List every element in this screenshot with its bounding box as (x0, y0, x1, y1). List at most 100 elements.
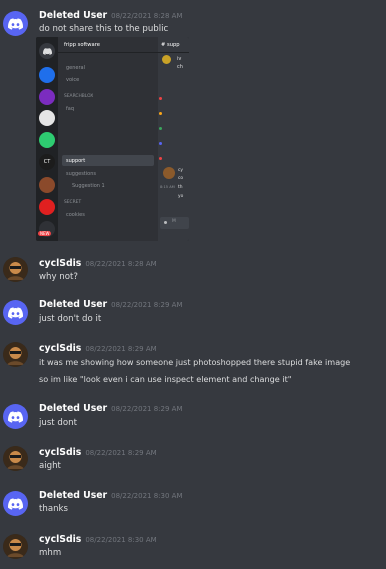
channel-label: general (66, 65, 86, 71)
username[interactable]: cyclSdis 08/22/2021 8:28 AM (39, 258, 157, 269)
discord-logo-icon (8, 17, 23, 30)
message-text: do not share this to the public (39, 24, 169, 34)
message-text: thanks (39, 504, 68, 514)
avatar (162, 55, 171, 64)
server-icon-ct: CT (39, 154, 55, 170)
username[interactable]: Deleted User 08/22/2021 8:29 AM (39, 403, 182, 414)
avatar[interactable] (3, 11, 28, 36)
message-text: just don't do it (39, 314, 102, 324)
server-rail: CT NEW (36, 37, 58, 241)
user-avatar-icon (3, 257, 28, 282)
server-icon (39, 199, 55, 215)
channel-faq: faq (66, 106, 74, 112)
message-text: aight (39, 461, 61, 471)
username[interactable]: Deleted User 08/22/2021 8:29 AM (39, 299, 182, 310)
chat-fragment: th (178, 185, 183, 190)
channel-general: general (66, 65, 85, 71)
username-text[interactable]: cyclSdis (39, 534, 81, 545)
discord-home-icon (39, 43, 55, 59)
username-text[interactable]: Deleted User (39, 403, 107, 414)
user-avatar-icon (3, 342, 28, 367)
username[interactable]: cyclSdis 08/22/2021 8:29 AM (39, 447, 157, 458)
server-icon (39, 110, 55, 126)
server-label: CT (43, 159, 51, 165)
category-label: SEARCHBLOX (64, 94, 94, 99)
avatar[interactable] (3, 342, 28, 367)
user-avatar-icon (3, 446, 28, 471)
timestamp: 08/22/2021 8:30 AM (85, 536, 157, 544)
channel-label: voice (66, 77, 80, 83)
channel-label: faq (66, 106, 74, 112)
reaction-icon (159, 112, 162, 115)
timestamp: 08/22/2021 8:29 AM (85, 345, 157, 353)
discord-logo-icon (8, 306, 23, 319)
avatar[interactable] (3, 491, 28, 516)
username-text[interactable]: cyclSdis (39, 343, 81, 354)
discord-logo-icon (8, 497, 23, 510)
divider (58, 52, 158, 53)
message-text: why not? (39, 272, 78, 282)
server-icon (39, 89, 55, 105)
server-icon (39, 132, 55, 148)
chat-fragment: ch (177, 64, 183, 70)
category-label: SECRET (64, 200, 82, 205)
channel-cookies: cookies (66, 212, 85, 218)
timestamp: 08/22/2021 8:29 AM (111, 301, 183, 309)
discord-logo-icon (8, 410, 23, 423)
channel-suggestions: suggestions (66, 171, 96, 177)
chat-fragment: co (178, 176, 184, 181)
avatar[interactable] (3, 300, 28, 325)
timestamp: 08/22/2021 8:28 AM (111, 12, 183, 20)
username[interactable]: Deleted User 08/22/2021 8:28 AM (39, 10, 182, 21)
chat-fragment: cy (178, 168, 184, 173)
reaction-icon (159, 97, 162, 100)
new-badge-label: NEW (40, 231, 50, 236)
channel-label: Suggestion 1 (72, 183, 105, 189)
message-text: it was me showing how someone just photo… (39, 357, 351, 367)
username-text[interactable]: Deleted User (39, 299, 107, 310)
add-icon (164, 221, 167, 224)
server-name: fripp software (64, 42, 100, 48)
channel-label: support (66, 158, 86, 164)
chat-timestamp: 8:15 AM (160, 185, 175, 189)
reaction-icon (159, 127, 162, 130)
username-text[interactable]: Deleted User (39, 10, 107, 21)
timestamp: 08/22/2021 8:30 AM (111, 492, 183, 500)
message-input: M (160, 217, 189, 229)
message-text-line2: so im like "look even i can use inspect … (39, 374, 292, 384)
channel-label: suggestions (66, 171, 96, 177)
username[interactable]: cyclSdis 08/22/2021 8:29 AM (39, 343, 157, 354)
divider (158, 52, 189, 53)
username-text[interactable]: Deleted User (39, 490, 107, 501)
channel-support: support (66, 158, 85, 164)
username[interactable]: Deleted User 08/22/2021 8:30 AM (39, 490, 182, 501)
avatar[interactable] (3, 534, 28, 559)
chat-area: # supp iv ch cy co 8:15 AM th yo M (158, 37, 189, 241)
timestamp: 08/22/2021 8:29 AM (85, 449, 157, 457)
chat-fragment: yo (178, 194, 184, 199)
message-text: just dont (39, 418, 77, 428)
reaction-icon (159, 157, 162, 160)
channel-label: cookies (66, 212, 85, 218)
new-badge: NEW (38, 231, 52, 236)
avatar[interactable] (3, 257, 28, 282)
timestamp: 08/22/2021 8:28 AM (85, 260, 157, 268)
input-placeholder: M (172, 219, 176, 224)
attached-image[interactable]: CT NEW fripp software general voice SEAR… (36, 37, 189, 241)
user-avatar-icon (3, 534, 28, 559)
channel-voice: voice (66, 77, 79, 83)
server-icon (39, 67, 55, 83)
chat-fragment: iv (177, 56, 182, 62)
avatar[interactable] (3, 446, 28, 471)
message-text: mhm (39, 548, 62, 558)
thread-suggestion-1: Suggestion 1 (72, 183, 105, 189)
username-text[interactable]: cyclSdis (39, 447, 81, 458)
username[interactable]: cyclSdis 08/22/2021 8:30 AM (39, 534, 157, 545)
avatar[interactable] (3, 404, 28, 429)
channel-header: # supp (161, 42, 180, 48)
avatar (163, 167, 175, 179)
server-icon (39, 177, 55, 193)
timestamp: 08/22/2021 8:29 AM (111, 405, 183, 413)
reaction-icon (159, 142, 162, 145)
username-text[interactable]: cyclSdis (39, 258, 81, 269)
